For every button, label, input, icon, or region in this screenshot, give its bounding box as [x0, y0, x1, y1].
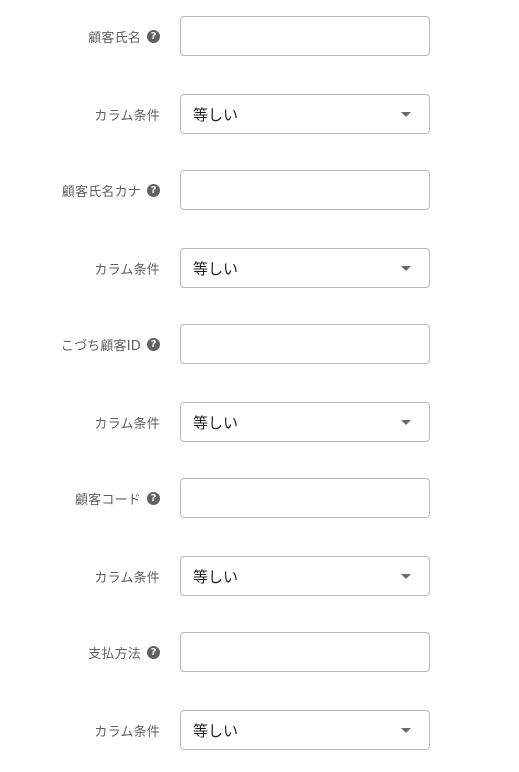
- condition-label: カラム条件: [94, 724, 160, 740]
- condition-label: カラム条件: [94, 108, 160, 124]
- customer-name-kana-condition-select[interactable]: 等しい: [180, 248, 430, 288]
- kozuchi-customer-id-condition-select[interactable]: 等しい: [180, 402, 430, 442]
- kozuchi-customer-id-input[interactable]: [180, 324, 430, 364]
- field-label: 顧客氏名カナ: [61, 184, 141, 200]
- select-value: 等しい: [193, 721, 239, 740]
- kozuchi-customer-id-row: こづち顧客ID ?: [0, 324, 519, 364]
- select-value: 等しい: [193, 413, 239, 432]
- payment-method-row: 支払方法 ?: [0, 632, 519, 672]
- help-icon[interactable]: ?: [147, 645, 160, 659]
- search-filter-form: 顧客氏名 ? カラム条件 等しい 顧客氏名カナ ? カラム条件 等しい こづち顧…: [0, 0, 519, 772]
- customer-code-label: 顧客コード ?: [75, 478, 160, 518]
- field-label: こづち顧客ID: [60, 338, 141, 354]
- column-condition-label: カラム条件: [94, 710, 160, 750]
- help-icon[interactable]: ?: [147, 29, 160, 43]
- chevron-down-icon: [401, 111, 411, 117]
- column-condition-label: カラム条件: [94, 94, 160, 134]
- condition-label: カラム条件: [94, 570, 160, 586]
- select-value: 等しい: [193, 567, 239, 586]
- select-value: 等しい: [193, 105, 239, 124]
- field-label: 支払方法: [88, 646, 141, 662]
- field-label: 顧客コード: [74, 492, 141, 508]
- customer-name-condition-row: カラム条件 等しい: [0, 94, 519, 134]
- payment-method-label: 支払方法 ?: [88, 632, 160, 672]
- customer-name-condition-select[interactable]: 等しい: [180, 94, 430, 134]
- chevron-down-icon: [401, 573, 411, 579]
- payment-method-condition-row: カラム条件 等しい: [0, 710, 519, 750]
- kozuchi-customer-id-label: こづち顧客ID ?: [61, 324, 160, 364]
- help-icon[interactable]: ?: [147, 337, 160, 351]
- chevron-down-icon: [401, 727, 411, 733]
- customer-code-input[interactable]: [180, 478, 430, 518]
- customer-name-input[interactable]: [180, 16, 430, 56]
- customer-name-kana-label: 顧客氏名カナ ?: [62, 170, 160, 210]
- customer-name-row: 顧客氏名 ?: [0, 16, 519, 56]
- payment-method-condition-select[interactable]: 等しい: [180, 710, 430, 750]
- condition-label: カラム条件: [94, 262, 160, 278]
- chevron-down-icon: [401, 419, 411, 425]
- help-icon[interactable]: ?: [147, 491, 160, 505]
- help-icon[interactable]: ?: [147, 183, 160, 197]
- condition-label: カラム条件: [94, 416, 160, 432]
- customer-name-kana-condition-row: カラム条件 等しい: [0, 248, 519, 288]
- customer-name-label: 顧客氏名 ?: [88, 16, 160, 56]
- payment-method-input[interactable]: [180, 632, 430, 672]
- customer-name-kana-input[interactable]: [180, 170, 430, 210]
- customer-code-condition-row: カラム条件 等しい: [0, 556, 519, 596]
- chevron-down-icon: [401, 265, 411, 271]
- customer-code-row: 顧客コード ?: [0, 478, 519, 518]
- select-value: 等しい: [193, 259, 239, 278]
- kozuchi-customer-id-condition-row: カラム条件 等しい: [0, 402, 519, 442]
- column-condition-label: カラム条件: [94, 248, 160, 288]
- customer-name-kana-row: 顧客氏名カナ ?: [0, 170, 519, 210]
- column-condition-label: カラム条件: [94, 556, 160, 596]
- customer-code-condition-select[interactable]: 等しい: [180, 556, 430, 596]
- field-label: 顧客氏名: [88, 30, 141, 46]
- column-condition-label: カラム条件: [94, 402, 160, 442]
